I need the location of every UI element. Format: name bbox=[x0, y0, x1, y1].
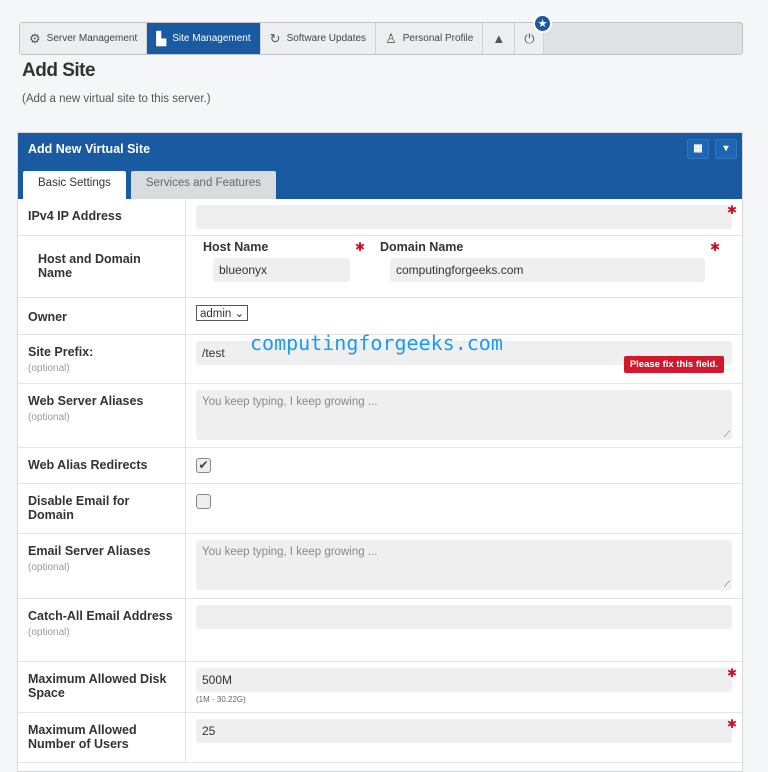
page-subtitle: (Add a new virtual site to this server.) bbox=[22, 93, 211, 105]
nav-personal-profile[interactable]: ♙ Personal Profile bbox=[376, 23, 484, 54]
gear-icon: ⚙ bbox=[29, 30, 41, 46]
owner-value: admin bbox=[200, 308, 232, 320]
web-aliases-label: Web Server Aliases bbox=[28, 394, 144, 408]
owner-select[interactable]: admin ⌄ bbox=[196, 305, 249, 321]
disk-space-input[interactable]: 500M bbox=[196, 668, 732, 692]
collapse-dropdown-button[interactable]: ▾ bbox=[715, 139, 737, 159]
optional-label: (optional) bbox=[28, 363, 70, 374]
catch-all-label: Catch-All Email Address bbox=[28, 609, 173, 623]
panel-title: Add New Virtual Site bbox=[28, 142, 151, 156]
panel-header: Add New Virtual Site ▦ ▾ bbox=[18, 133, 742, 166]
required-icon: ✱ bbox=[354, 240, 365, 254]
nav-site-management[interactable]: ▙ Site Management bbox=[147, 23, 261, 54]
host-name-label: Host Name bbox=[203, 240, 269, 254]
disk-space-hint: (1M - 30.22G) bbox=[196, 695, 246, 704]
refresh-icon: ↻ bbox=[269, 30, 281, 46]
optional-label: (optional) bbox=[28, 412, 70, 423]
row-disk-space: Maximum Allowed Disk Space 500M (1M - 30.… bbox=[18, 662, 742, 713]
nav-server-management[interactable]: ⚙ Server Management bbox=[20, 23, 148, 54]
required-icon: ✱ bbox=[709, 240, 720, 254]
web-aliases-textarea[interactable]: You keep typing, I keep growing ... bbox=[196, 390, 732, 440]
domain-name-label: Domain Name bbox=[380, 240, 464, 254]
optional-label: (optional) bbox=[28, 562, 70, 573]
domain-name-input[interactable]: computingforgeeks.com bbox=[390, 258, 705, 282]
watermark: computingforgeeks.com bbox=[250, 331, 503, 355]
nav-alerts[interactable]: ▲ bbox=[483, 23, 516, 54]
email-aliases-textarea[interactable]: You keep typing, I keep growing ... bbox=[196, 540, 732, 590]
max-users-label: Maximum Allowed Number of Users bbox=[18, 713, 186, 762]
ipv4-input[interactable] bbox=[196, 205, 732, 229]
max-users-input[interactable]: 25 bbox=[196, 719, 732, 743]
user-icon: ♙ bbox=[385, 30, 397, 46]
top-nav: ⚙ Server Management ▙ Site Management ↻ Sof… bbox=[19, 22, 743, 55]
disable-email-label: Disable Email for Domain bbox=[18, 484, 186, 533]
page-title: Add Site bbox=[22, 60, 96, 81]
web-redirects-label: Web Alias Redirects bbox=[18, 448, 186, 483]
disable-email-checkbox[interactable] bbox=[196, 494, 211, 509]
host-name-input[interactable]: blueonyx bbox=[213, 258, 350, 282]
row-disable-email: Disable Email for Domain bbox=[18, 484, 742, 534]
row-email-aliases: Email Server Aliases (optional) You keep … bbox=[18, 534, 742, 599]
row-catch-all: Catch-All Email Address (optional) bbox=[18, 599, 742, 662]
row-web-redirects: Web Alias Redirects ✔ bbox=[18, 448, 742, 484]
email-aliases-label: Email Server Aliases bbox=[28, 544, 151, 558]
row-web-aliases: Web Server Aliases (optional) You keep ty… bbox=[18, 384, 742, 448]
nav-software-updates[interactable]: ↻ Software Updates bbox=[260, 23, 377, 54]
row-host-domain: Host and Domain Name Host Name blueonyx … bbox=[18, 236, 742, 298]
power-icon: ⏻ bbox=[524, 30, 535, 46]
required-icon: ✱ bbox=[726, 666, 737, 680]
warning-icon: ▲ bbox=[492, 31, 506, 46]
web-redirects-checkbox[interactable]: ✔ bbox=[196, 458, 211, 473]
row-ipv4: IPv4 IP Address ✱ bbox=[18, 199, 742, 236]
catch-all-input[interactable] bbox=[196, 605, 732, 629]
tab-basic-settings[interactable]: Basic Settings bbox=[23, 171, 126, 199]
grid-menu-button[interactable]: ▦ bbox=[687, 139, 709, 159]
tab-services-features[interactable]: Services and Features bbox=[130, 171, 276, 199]
row-owner: Owner admin ⌄ bbox=[18, 298, 742, 335]
optional-label: (optional) bbox=[28, 627, 70, 638]
prefix-label: Site Prefix: bbox=[28, 345, 94, 359]
required-icon: ✱ bbox=[726, 203, 737, 217]
row-max-users: Maximum Allowed Number of Users 25 ✱ bbox=[18, 713, 742, 763]
owner-label: Owner bbox=[18, 298, 186, 334]
validation-error: Please fix this field. bbox=[623, 356, 724, 373]
host-domain-label: Host and Domain Name bbox=[18, 236, 186, 297]
notification-badge[interactable]: ★ bbox=[533, 14, 552, 33]
ipv4-label: IPv4 IP Address bbox=[18, 199, 186, 235]
required-icon: ✱ bbox=[726, 717, 737, 731]
layout-icon: ▙ bbox=[156, 30, 167, 46]
add-site-panel: Add New Virtual Site ▦ ▾ Basic Settings … bbox=[17, 132, 743, 772]
tab-bar: Basic Settings Services and Features bbox=[18, 166, 742, 199]
disk-space-label: Maximum Allowed Disk Space bbox=[18, 662, 186, 712]
